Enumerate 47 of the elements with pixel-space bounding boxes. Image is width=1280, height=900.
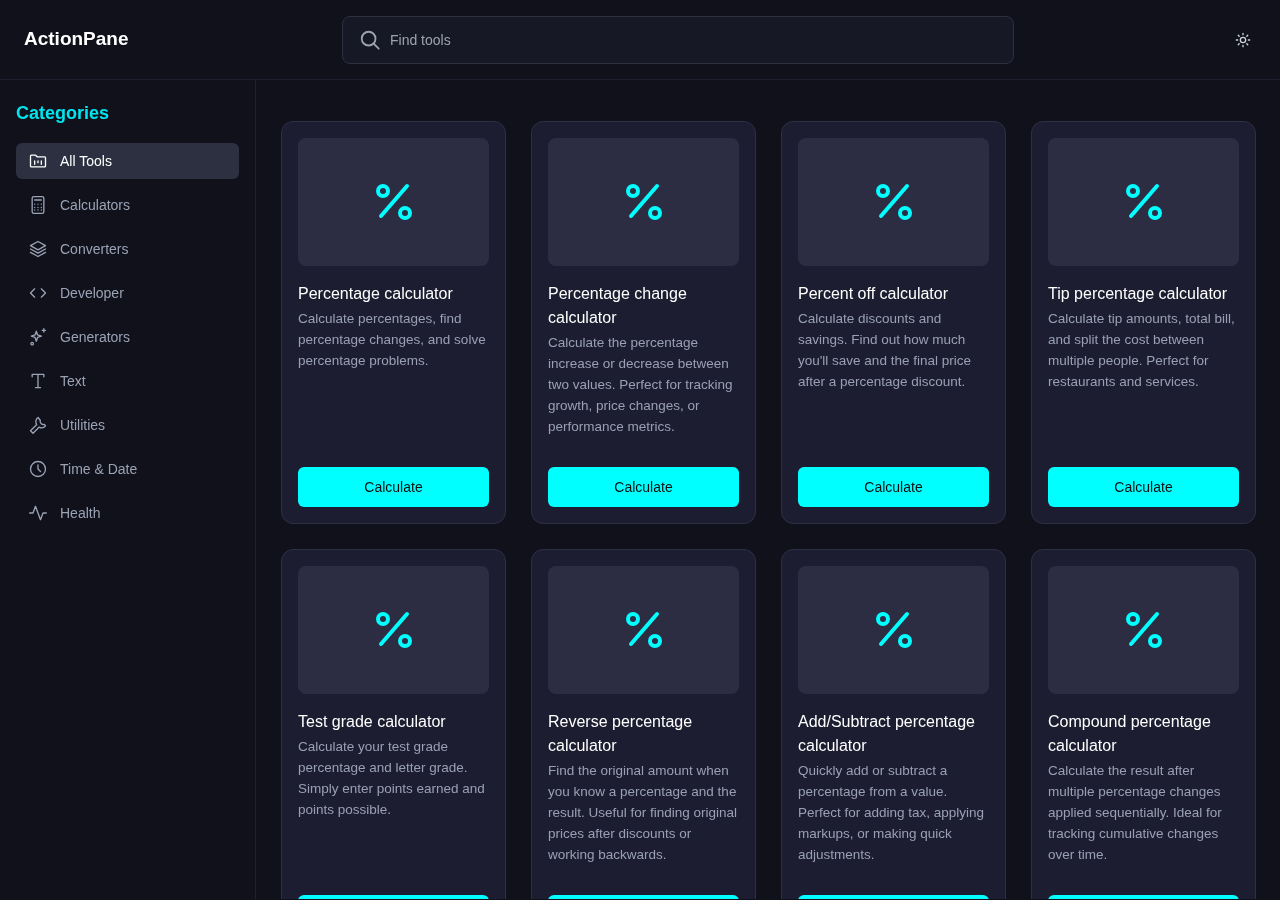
- calculate-button[interactable]: Calculate: [798, 467, 989, 507]
- calculate-button[interactable]: Calculate: [1048, 467, 1239, 507]
- sidebar-item[interactable]: Generators: [16, 319, 239, 355]
- card-description: Calculate percentages, find percentage changes, and solve percentage problems.: [298, 310, 487, 370]
- percent-icon: [1123, 610, 1164, 650]
- percent-icon: [873, 610, 914, 650]
- calculate-button[interactable]: Calculate: [548, 467, 739, 507]
- card-description: Calculate tip amounts, total bill, and split the cost between multiple people. Perfect for restaurants and services.: [1048, 310, 1236, 391]
- card-title: Percentage calculator: [298, 284, 454, 304]
- percent-icon: [873, 182, 914, 222]
- card-description: Calculate the result after multiple percentage changes applied sequentially. Ideal for tracking cumulative changes over time.: [1048, 762, 1223, 864]
- card-title: Percent off calculator: [798, 284, 949, 304]
- percent-icon: [373, 182, 414, 222]
- sidebar-item[interactable]: Developer: [16, 275, 239, 311]
- calculate-button[interactable]: Calculate: [298, 467, 489, 507]
- card-title: Compound percentage calculator: [1048, 712, 1212, 756]
- percent-icon: [1123, 182, 1164, 222]
- clock-icon: [28, 459, 48, 479]
- card-title: Add/Subtract percentage calculator: [798, 712, 976, 756]
- card-description: Calculate your test grade percentage and letter grade. Simply enter points earned and points possible.: [298, 738, 486, 819]
- search-field[interactable]: Find tools: [342, 15, 1014, 64]
- theme-toggle-icon[interactable]: [1234, 30, 1252, 49]
- sidebar-item[interactable]: Health: [16, 495, 239, 531]
- sidebar-item[interactable]: Converters: [16, 231, 239, 267]
- card-title: Percentage change calculator: [548, 284, 688, 328]
- card-title: Reverse percentage calculator: [548, 712, 694, 756]
- sidebar-item[interactable]: Utilities: [16, 407, 239, 443]
- card-description: Calculate the percentage increase or decrease between two values. Perfect for tracking growth, price changes, or performance metrics.: [548, 334, 734, 436]
- layers-icon: [28, 239, 48, 259]
- sidebar-item[interactable]: Time & Date: [16, 451, 239, 487]
- sparkles-icon: [28, 327, 48, 347]
- search-icon: [359, 28, 381, 51]
- card-title: Tip percentage calculator: [1048, 284, 1229, 304]
- pulse-icon: [28, 503, 48, 523]
- card-description: Find the original amount when you know a percentage and the result. Useful for finding original prices after discounts or working backwards.: [548, 762, 739, 864]
- card-description: Calculate discounts and savings. Find out how much you'll save and the final price after a percentage discount.: [798, 310, 972, 391]
- sidebar-item[interactable]: Calculators: [16, 187, 239, 223]
- sidebar-title: Categories: [16, 102, 111, 125]
- percent-icon: [623, 610, 664, 650]
- sidebar-item[interactable]: All Tools: [16, 143, 239, 179]
- percent-icon: [623, 182, 664, 222]
- card-title: Test grade calculator: [298, 712, 447, 732]
- card-description: Quickly add or subtract a percentage from a value. Perfect for adding tax, applying markups, or making quick adjustments.: [798, 762, 986, 864]
- logo[interactable]: ActionPane: [24, 25, 342, 54]
- percent-icon: [373, 610, 414, 650]
- wrench-icon: [28, 415, 48, 435]
- sidebar-item[interactable]: Text: [16, 363, 239, 399]
